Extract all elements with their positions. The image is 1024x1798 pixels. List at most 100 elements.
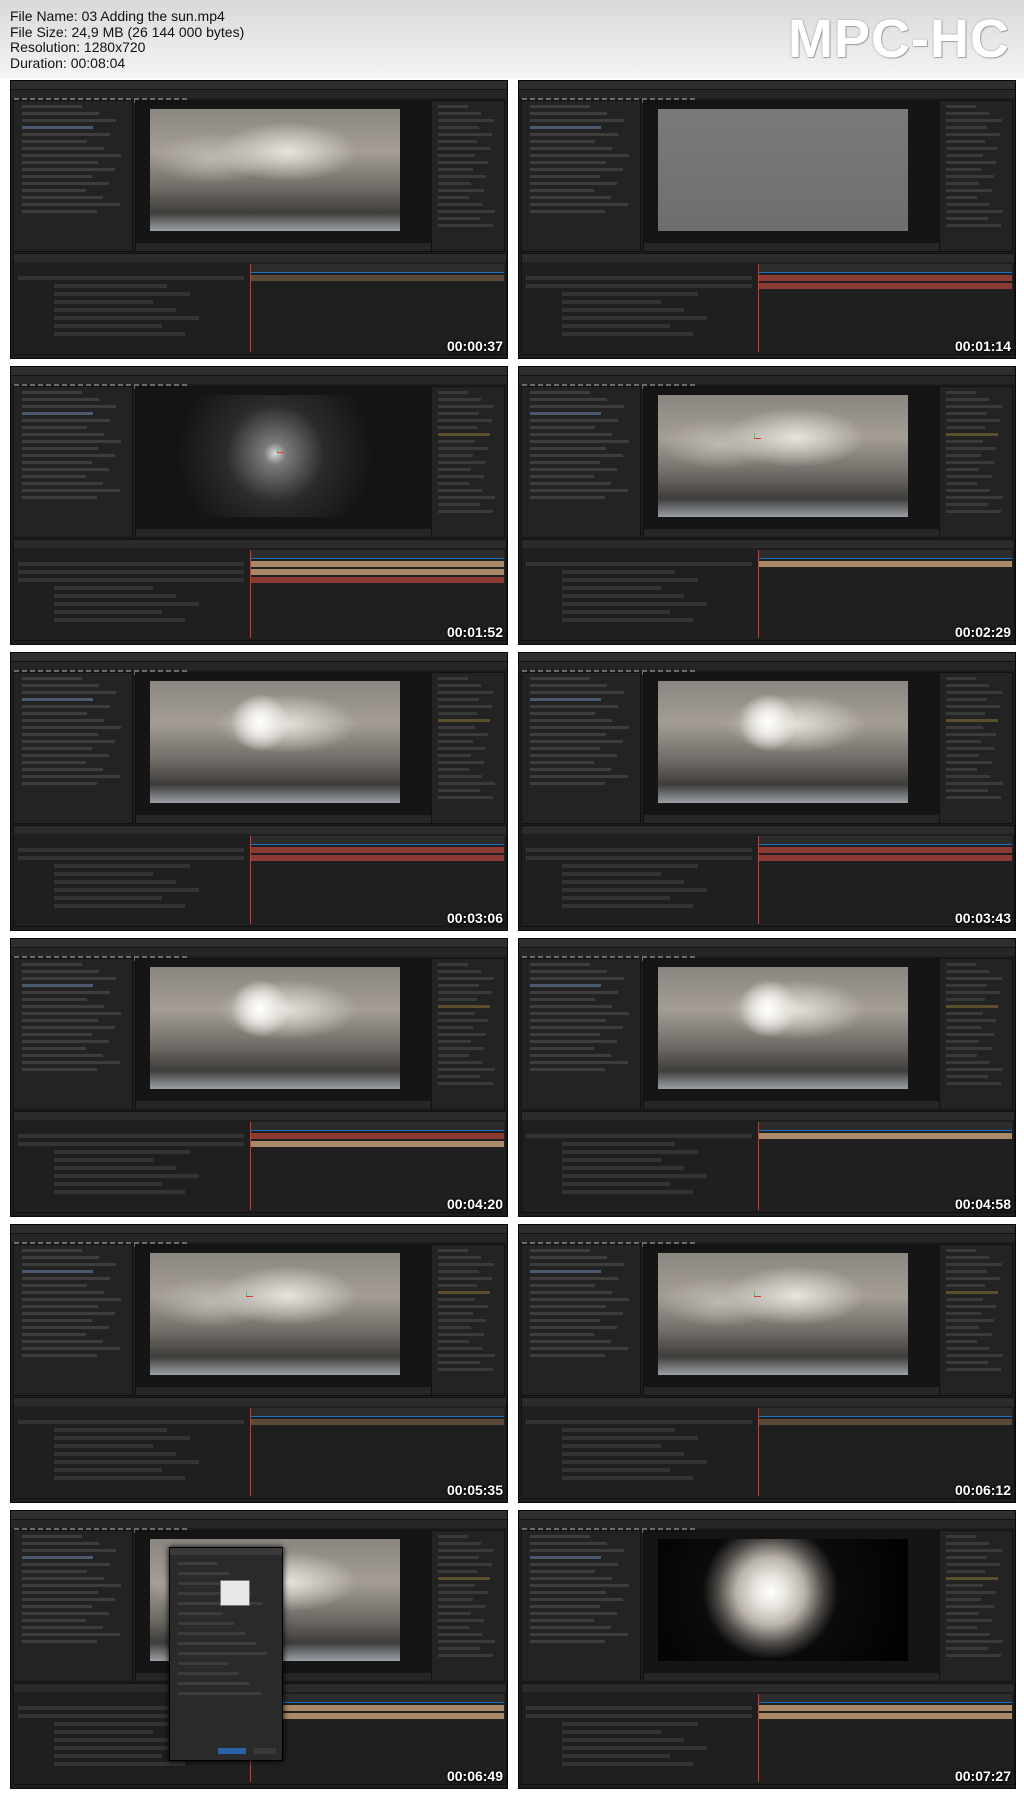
time-ruler <box>250 1694 504 1703</box>
project-panel <box>521 1244 641 1396</box>
property-row <box>54 618 185 622</box>
property-row <box>562 1428 675 1432</box>
frame-preview <box>150 967 400 1089</box>
property-row <box>54 880 176 884</box>
project-panel <box>13 672 133 824</box>
light-gizmo-icon <box>750 1291 761 1301</box>
timeline-header <box>522 540 1014 548</box>
dialog-titlebar <box>170 1548 282 1555</box>
thumbnail: ■■■■■■■■■ 00:06:49 <box>10 1510 508 1789</box>
property-row <box>54 888 199 892</box>
viewer-controls <box>644 1387 942 1395</box>
property-row <box>54 1158 153 1162</box>
viewer-controls <box>136 243 434 251</box>
thumbnail-timestamp: 00:07:27 <box>954 1768 1011 1784</box>
layer-row <box>18 1142 244 1146</box>
layer-duration-bar <box>250 569 504 575</box>
timeline-header <box>14 826 506 834</box>
app-menubar: ■■■■■■■■■ <box>519 1225 1015 1239</box>
duration: Duration: 00:08:04 <box>10 54 126 71</box>
effects-presets-panel <box>939 1244 1013 1396</box>
property-row <box>562 1738 684 1742</box>
playhead <box>250 836 251 924</box>
property-row <box>562 1444 661 1448</box>
property-row <box>54 896 162 900</box>
property-row <box>562 602 707 606</box>
file-name: File Name: 03 Adding the sun.mp4 <box>10 8 225 24</box>
property-row <box>562 1150 698 1154</box>
layer-duration-bar <box>250 1141 504 1147</box>
layer-row <box>18 562 244 566</box>
file-info: File Name: 03 Adding the sun.mp4 File Si… <box>10 8 244 71</box>
layer-row <box>526 276 752 280</box>
thumbnail: ■■■■■■■■■ 00:03:06 <box>10 652 508 931</box>
thumbnail: ■■■■■■■■■ 00:01:14 <box>518 80 1016 359</box>
property-row <box>54 324 162 328</box>
property-row <box>562 904 693 908</box>
layer-duration-bar <box>758 561 1012 567</box>
layer-duration-bar <box>758 1713 1012 1719</box>
frame-preview <box>658 967 908 1089</box>
cancel-button[interactable] <box>254 1748 276 1754</box>
property-row <box>54 1190 185 1194</box>
property-row <box>562 1174 707 1178</box>
ok-button[interactable] <box>218 1748 246 1754</box>
property-row <box>562 594 684 598</box>
frame-preview <box>658 681 908 803</box>
effects-presets-panel <box>431 386 505 538</box>
mpc-hc-logo: MPC-HC <box>788 9 1010 69</box>
timeline-header <box>14 254 506 262</box>
layer-duration-bar <box>250 561 504 567</box>
layer-duration-bar <box>758 283 1012 289</box>
property-row <box>562 300 661 304</box>
property-row <box>562 1754 670 1758</box>
property-row <box>54 1444 153 1448</box>
property-row <box>54 1730 153 1734</box>
timeline-header <box>522 826 1014 834</box>
playhead <box>250 1408 251 1496</box>
property-row <box>54 1468 162 1472</box>
app-menubar: ■■■■■■■■■ <box>519 653 1015 667</box>
project-panel <box>521 386 641 538</box>
property-row <box>562 1452 684 1456</box>
app-toolbar <box>519 1520 1015 1533</box>
app-menubar: ■■■■■■■■■ <box>519 1511 1015 1525</box>
property-row <box>54 1150 190 1154</box>
timeline-panel <box>521 1397 1015 1499</box>
property-row <box>562 1142 675 1146</box>
viewer-controls <box>136 1387 434 1395</box>
app-menubar: ■■■■■■■■■ <box>11 939 507 953</box>
effects-presets-panel <box>939 386 1013 538</box>
thumbnail: ■■■■■■■■■ 00:03:43 <box>518 652 1016 931</box>
property-row <box>562 880 684 884</box>
layer-duration-bar <box>758 275 1012 281</box>
time-ruler <box>250 1408 504 1417</box>
property-row <box>54 872 153 876</box>
thumbnail-grid: ■■■■■■■■■00:00:37■■■■■■■■■00:01:14■■■■■■… <box>10 80 1016 1792</box>
layer-row <box>18 570 244 574</box>
timeline-panel <box>13 539 507 641</box>
light-type-dropdown[interactable] <box>220 1580 250 1606</box>
layer-duration-bar <box>250 1705 504 1711</box>
layer-row <box>18 578 244 582</box>
timeline-header <box>14 540 506 548</box>
thumbnail: ■■■■■■■■■ 00:00:37 <box>10 80 508 359</box>
project-panel <box>13 100 133 252</box>
app-toolbar <box>519 1234 1015 1247</box>
layer-row <box>526 1714 752 1718</box>
playhead <box>758 550 759 638</box>
playhead <box>250 1122 251 1210</box>
timeline-header <box>522 254 1014 262</box>
time-ruler <box>250 836 504 845</box>
property-row <box>562 864 698 868</box>
layer-duration-bar <box>758 1419 1012 1425</box>
app-toolbar <box>11 376 507 389</box>
layer-row <box>526 284 752 288</box>
composition-viewer <box>135 1244 435 1396</box>
layer-duration-bar <box>250 1713 504 1719</box>
app-toolbar <box>11 662 507 675</box>
layer-duration-bar <box>758 847 1012 853</box>
property-row <box>562 308 684 312</box>
app-menubar: ■■■■■■■■■ <box>519 81 1015 95</box>
app-menubar: ■■■■■■■■■ <box>519 939 1015 953</box>
